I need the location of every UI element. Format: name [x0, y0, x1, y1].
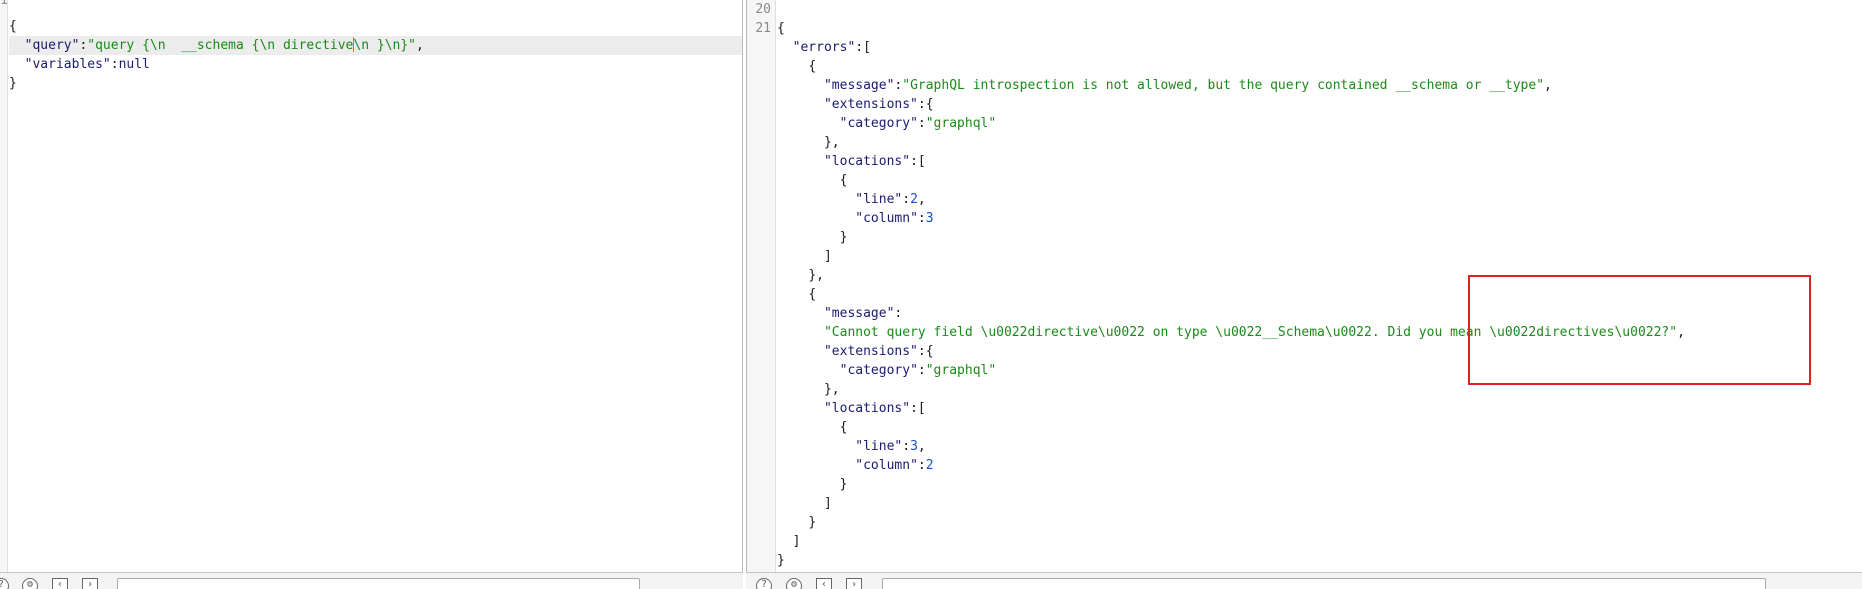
- json-key-extensions: "extensions": [823, 344, 918, 359]
- request-search-input[interactable]: [117, 578, 640, 589]
- line-number: 1: [0, 0, 8, 8]
- json-key-column: "column": [855, 211, 918, 226]
- json-key-variables: "variables": [24, 57, 111, 72]
- column-value-2: 2: [925, 458, 934, 473]
- response-viewer[interactable]: 20 21 { "errors":[ { "message":"GraphQL …: [746, 0, 1862, 572]
- json-key-category: "category": [839, 116, 918, 131]
- line-number: 21: [755, 21, 771, 36]
- request-line-gutter: 1: [0, 0, 8, 572]
- json-key-locations: "locations": [823, 154, 911, 169]
- line-number: 20: [755, 2, 771, 17]
- response-code[interactable]: { "errors":[ { "message":"GraphQL intros…: [777, 0, 1862, 570]
- json-key-line: "line": [855, 192, 903, 207]
- json-key-line: "line": [855, 439, 903, 454]
- category-value-2: "graphql": [925, 363, 997, 378]
- json-brace: {: [9, 19, 17, 34]
- error-message-1: "GraphQL introspection is not allowed, b…: [902, 78, 1545, 93]
- gear-icon[interactable]: ⚙: [786, 578, 802, 589]
- line-value-2: 3: [910, 439, 918, 454]
- response-toolbar: ? ⚙ ‹ ›: [746, 572, 1862, 589]
- json-key-column: "column": [855, 458, 918, 473]
- chevron-right-icon[interactable]: ›: [82, 578, 98, 589]
- request-code[interactable]: { "query":"query {\n __schema {\n direct…: [9, 0, 742, 93]
- json-key-extensions: "extensions": [823, 97, 918, 112]
- json-key-errors: "errors": [792, 40, 856, 55]
- error-message-2: "Cannot query field \u0022directive\u002…: [823, 325, 1678, 340]
- response-line-gutter: 20 21: [747, 0, 776, 572]
- json-key-locations: "locations": [823, 401, 911, 416]
- query-value-part1: "query {\n __schema {\n directive: [87, 38, 354, 53]
- help-icon[interactable]: ?: [756, 578, 772, 589]
- response-search-input[interactable]: [882, 578, 1766, 589]
- request-toolbar: ? ⚙ ‹ ›: [0, 572, 743, 589]
- line-value-1: 2: [910, 192, 918, 207]
- json-brace: }: [9, 76, 17, 91]
- json-key-message: "message": [823, 78, 895, 93]
- json-key-message: "message": [823, 306, 895, 321]
- json-key-category: "category": [839, 363, 918, 378]
- chevron-left-icon[interactable]: ‹: [52, 578, 68, 589]
- variables-value: null: [118, 57, 150, 72]
- gear-icon[interactable]: ⚙: [22, 578, 38, 589]
- query-value-part2: \n }\n}": [353, 38, 417, 53]
- category-value-1: "graphql": [925, 116, 997, 131]
- column-value-1: 3: [925, 211, 934, 226]
- chevron-right-icon[interactable]: ›: [846, 578, 862, 589]
- json-key-query: "query": [24, 38, 80, 53]
- request-editor[interactable]: 1 { "query":"query {\n __schema {\n dire…: [0, 0, 743, 572]
- help-icon[interactable]: ?: [0, 578, 9, 589]
- chevron-left-icon[interactable]: ‹: [816, 578, 832, 589]
